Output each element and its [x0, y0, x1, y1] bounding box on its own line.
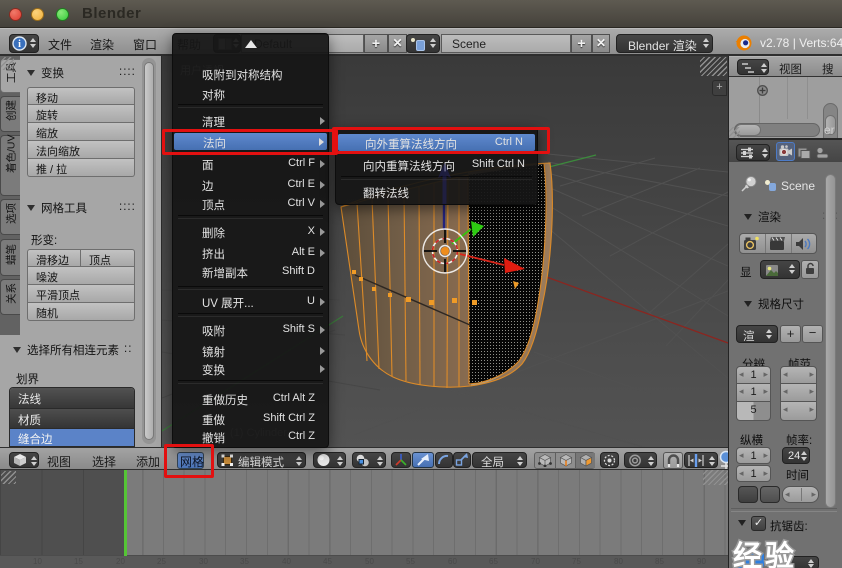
svg-text:i: i [18, 39, 21, 50]
